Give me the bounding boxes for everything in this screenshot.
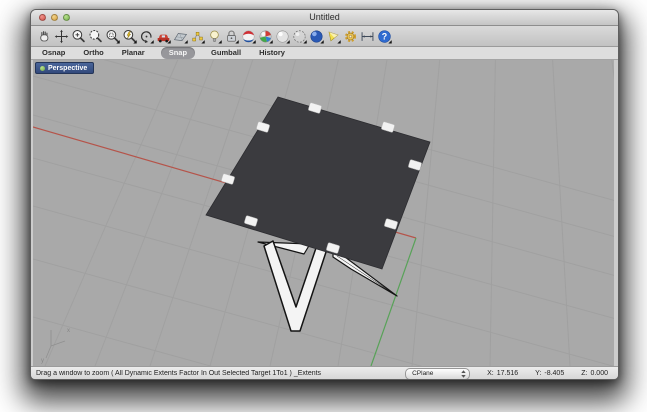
cplane-selector[interactable]: CPlane <box>405 367 471 379</box>
viewport-active-dot <box>40 65 45 71</box>
display-ghosted-icon <box>276 30 290 43</box>
walkabout-button[interactable] <box>155 27 171 45</box>
table-top[interactable] <box>205 96 431 270</box>
table-leg-front[interactable] <box>263 240 328 332</box>
display-shaded-button[interactable] <box>257 27 273 45</box>
viewport-canvas[interactable]: xy <box>33 60 614 366</box>
coordinate-readout-x: X: 17.516 <box>487 370 519 377</box>
command-prompt-text: Drag a window to zoom ( All Dynamic Exte… <box>36 370 322 377</box>
pan-button[interactable] <box>36 27 52 45</box>
lock-icon <box>226 30 239 43</box>
svg-text:y: y <box>41 358 44 364</box>
undo-view-button[interactable] <box>138 27 154 45</box>
help-button[interactable]: ? <box>376 27 392 45</box>
snapbar-item-osnap[interactable]: Osnap <box>40 47 67 59</box>
snapbar-item-snap[interactable]: Snap <box>160 47 196 59</box>
lights-button[interactable] <box>206 27 222 45</box>
window-title: Untitled <box>309 12 340 22</box>
svg-text:x: x <box>67 328 70 334</box>
cplane-axis-indicator: xy <box>41 328 70 364</box>
snapbar-item-gumball[interactable]: Gumball <box>209 47 243 59</box>
viewport-title-label: Perspective <box>48 64 88 72</box>
viewport-title-badge[interactable]: Perspective <box>35 62 95 74</box>
zoom-window-icon <box>89 29 102 42</box>
named-views-icon <box>191 31 205 43</box>
zoom-in-icon <box>72 29 85 42</box>
snapbar-item-history[interactable]: History <box>257 47 287 59</box>
snapbar-item-planar[interactable]: Planar <box>120 47 147 59</box>
zoom-selected-button[interactable] <box>104 27 120 45</box>
display-ghosted-button[interactable] <box>274 27 290 45</box>
display-xray-button[interactable] <box>291 27 307 45</box>
coordinate-readout-y: Y: -8.405 <box>535 370 565 377</box>
zoom-dynamic-button[interactable] <box>121 27 137 45</box>
undo-view-icon <box>140 30 154 43</box>
render-button[interactable] <box>325 27 341 45</box>
display-rendered-icon <box>310 30 324 43</box>
display-rendered-button[interactable] <box>308 27 324 45</box>
popup-arrows-icon <box>461 369 466 378</box>
display-wireframe-button[interactable] <box>240 27 256 45</box>
zoom-selected-icon <box>106 29 120 43</box>
rotate-view-icon <box>54 29 68 43</box>
main-toolbar: ? <box>31 26 618 47</box>
app-window: Untitled ? Osnap Ortho Planar Snap Gumball Hi… <box>30 9 619 380</box>
title-bar: Untitled <box>31 10 618 26</box>
cplane-label: CPlane <box>412 370 434 377</box>
named-views-button[interactable] <box>189 27 205 45</box>
options-button[interactable] <box>342 27 358 45</box>
viewport-perspective[interactable]: xy Perspective <box>33 60 614 366</box>
display-xray-icon <box>292 29 307 43</box>
coordinate-readout-z: Z: 0.000 <box>581 370 608 377</box>
render-icon <box>328 31 341 43</box>
rotate-view-button[interactable] <box>53 27 69 45</box>
pan-icon <box>39 30 48 41</box>
help-icon: ? <box>377 29 392 43</box>
svg-text:?: ? <box>381 31 386 41</box>
status-right-group: CPlane X: 17.516 Y: -8.405 Z: 0.000 <box>405 367 608 379</box>
set-view-icon <box>173 32 188 43</box>
dimension-icon <box>361 31 373 41</box>
lock-button[interactable] <box>223 27 239 45</box>
display-wireframe-icon <box>242 30 256 43</box>
dimension-button[interactable] <box>359 27 375 45</box>
status-bar: Drag a window to zoom ( All Dynamic Exte… <box>31 366 618 379</box>
zoom-window-button[interactable] <box>87 27 103 45</box>
zoom-dynamic-icon <box>123 29 137 43</box>
display-shaded-icon <box>259 30 273 43</box>
zoom-in-button[interactable] <box>70 27 86 45</box>
snapbar-item-ortho[interactable]: Ortho <box>81 47 105 59</box>
options-icon <box>344 30 356 42</box>
snap-toggle-bar: Osnap Ortho Planar Snap Gumball History <box>31 47 618 60</box>
walkabout-icon <box>157 34 171 43</box>
lights-icon <box>209 30 222 43</box>
set-view-button[interactable] <box>172 27 188 45</box>
